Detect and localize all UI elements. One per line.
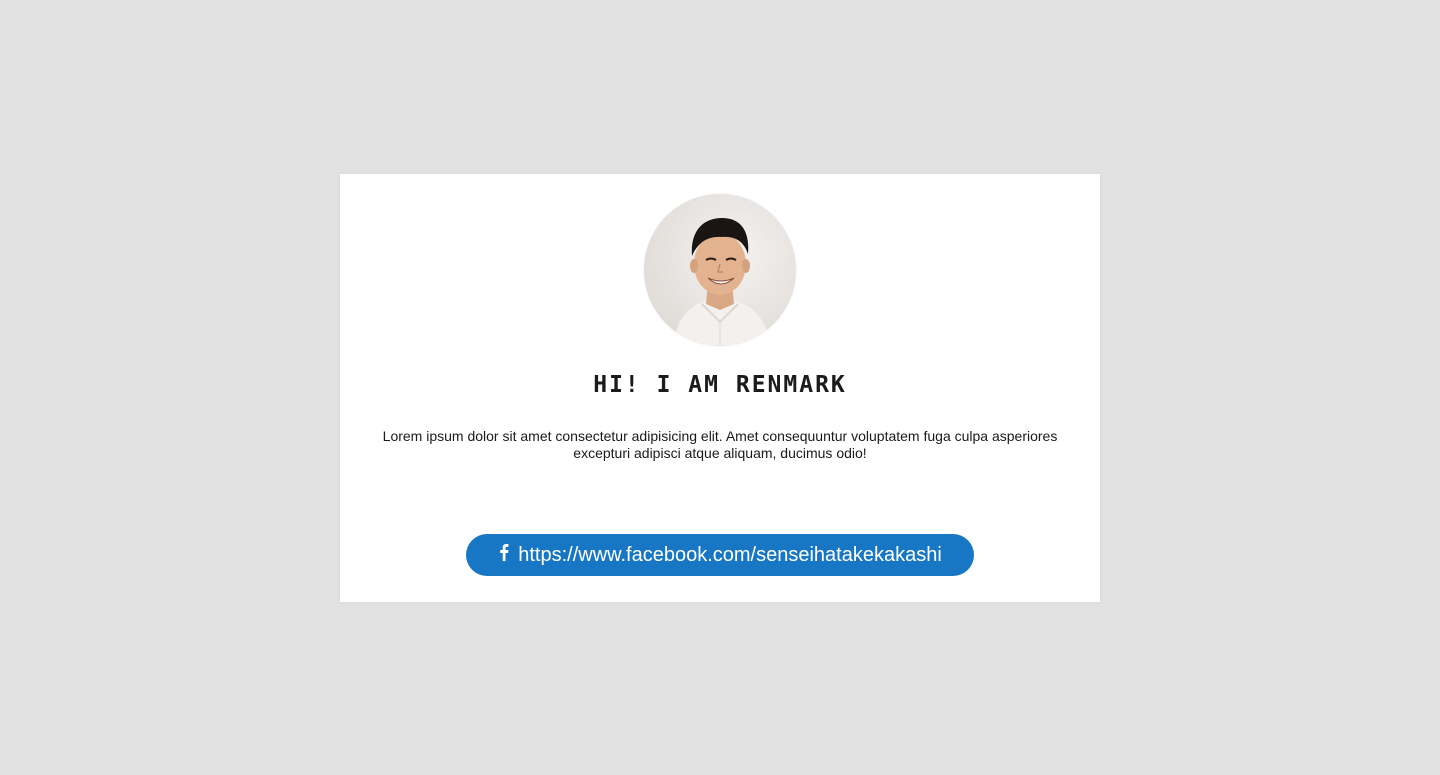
page-background: HI! I AM RENMARK Lorem ipsum dolor sit a… [0, 0, 1440, 775]
bio-text: Lorem ipsum dolor sit amet consectetur a… [382, 428, 1058, 461]
facebook-url-text: https://www.facebook.com/senseihatakekak… [518, 543, 942, 566]
page-title: HI! I AM RENMARK [593, 372, 847, 398]
facebook-link-button[interactable]: https://www.facebook.com/senseihatakekak… [466, 534, 974, 576]
person-photo [644, 194, 796, 346]
profile-card: HI! I AM RENMARK Lorem ipsum dolor sit a… [340, 174, 1100, 602]
facebook-f-icon [498, 542, 510, 562]
profile-avatar [644, 194, 796, 346]
